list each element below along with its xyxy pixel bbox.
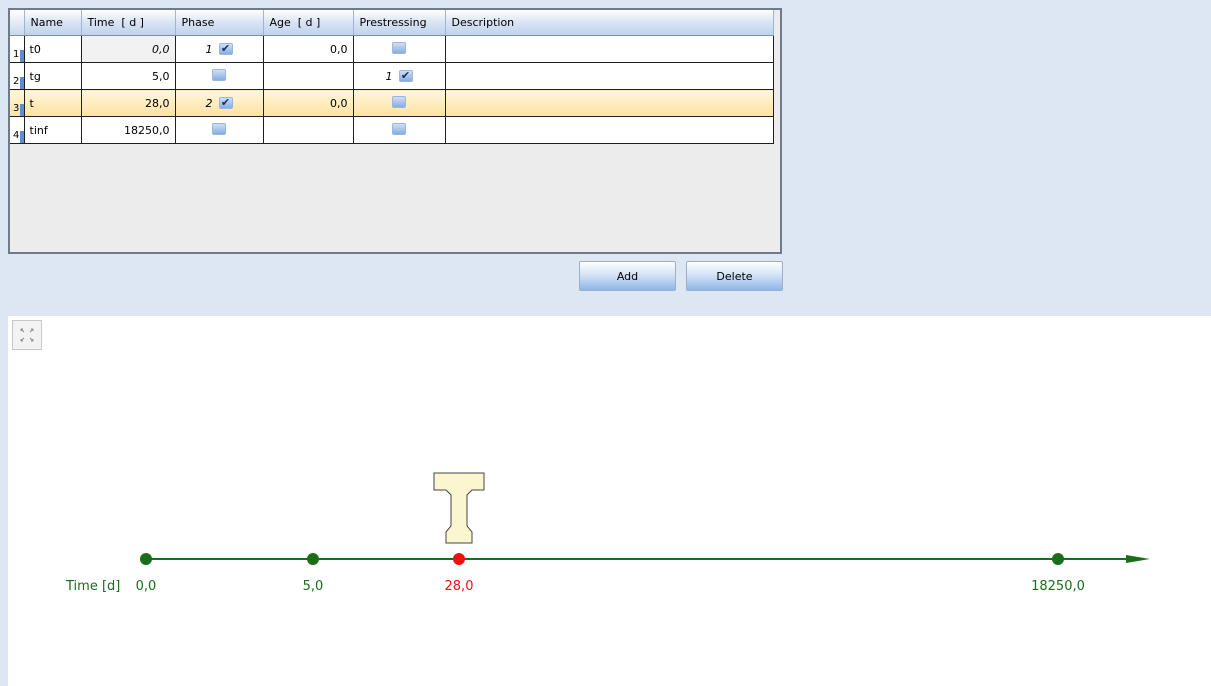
phase-cell-content: [212, 68, 226, 81]
phase-number: 1: [205, 42, 213, 56]
column-header-description[interactable]: Description: [445, 10, 774, 36]
header-row: Name Time [ d ] Phase Age [ d ] Prestres…: [10, 10, 774, 36]
timeline-point[interactable]: [453, 553, 465, 565]
name-cell[interactable]: t: [24, 89, 82, 117]
prestressing-cell[interactable]: [353, 116, 446, 144]
time-points-table: Name Time [ d ] Phase Age [ d ] Prestres…: [10, 10, 774, 144]
column-header-prestressing[interactable]: Prestressing: [353, 10, 446, 36]
row-marker: [19, 77, 24, 89]
table-row[interactable]: 1 t0 0,0 1 ✔ 0,0: [10, 35, 774, 63]
row-marker: [19, 50, 24, 62]
age-cell[interactable]: 0,0: [263, 35, 354, 63]
time-cell[interactable]: 18250,0: [81, 116, 176, 144]
timeline-point[interactable]: [307, 553, 319, 565]
time-cell[interactable]: 0,0: [81, 35, 176, 63]
prestressing-cell[interactable]: [353, 89, 446, 117]
timeline-arrow-icon: [1126, 555, 1150, 563]
phase-cell-content: [212, 122, 226, 135]
row-marker: [19, 131, 24, 143]
phase-checkbox[interactable]: ✔: [218, 97, 233, 109]
timeline-point[interactable]: [1052, 553, 1064, 565]
prestressing-checkbox[interactable]: [392, 122, 406, 135]
description-cell[interactable]: [445, 35, 774, 63]
phase-cell[interactable]: [175, 116, 264, 144]
time-cell[interactable]: 5,0: [81, 62, 176, 90]
column-header-name[interactable]: Name: [24, 10, 82, 36]
name-cell[interactable]: tg: [24, 62, 82, 90]
prestressing-cell[interactable]: [353, 35, 446, 63]
phase-checkbox[interactable]: [212, 68, 226, 81]
time-cell[interactable]: 28,0: [81, 89, 176, 117]
phase-cell[interactable]: 1 ✔: [175, 35, 264, 63]
prestressing-cell-content: 1 ✔: [386, 70, 413, 83]
delete-button[interactable]: Delete: [686, 261, 783, 291]
table-row[interactable]: 2 tg 5,0 1 ✔: [10, 62, 774, 90]
phase-checkbox[interactable]: ✔: [218, 43, 233, 55]
age-cell[interactable]: [263, 116, 354, 144]
row-number: 1: [13, 49, 20, 60]
row-header[interactable]: 3: [10, 89, 25, 117]
add-button[interactable]: Add: [579, 261, 676, 291]
prestressing-checkbox[interactable]: [392, 95, 406, 108]
table-row[interactable]: 3 t 28,0 2 ✔ 0,0: [10, 89, 774, 117]
phase-cell-content: 1 ✔: [206, 43, 233, 56]
row-header[interactable]: 4: [10, 116, 25, 144]
phase-cell[interactable]: [175, 62, 264, 90]
row-number: 4: [13, 130, 20, 141]
timeline-canvas[interactable]: Time [d] 0,0 5,0 28,0 18250,0: [8, 316, 1211, 686]
description-cell[interactable]: [445, 89, 774, 117]
prestressing-cell-content: [392, 95, 406, 108]
column-header-time[interactable]: Time [ d ]: [81, 10, 176, 36]
timeline-point-label: 18250,0: [1031, 579, 1085, 594]
description-cell[interactable]: [445, 116, 774, 144]
prestressing-checkbox[interactable]: ✔: [398, 70, 413, 82]
name-cell[interactable]: t0: [24, 35, 82, 63]
phase-cell[interactable]: 2 ✔: [175, 89, 264, 117]
timeline-axis: Time [d] 0,0 5,0 28,0 18250,0: [65, 472, 1150, 594]
row-number: 2: [13, 76, 20, 87]
time-points-grid: Name Time [ d ] Phase Age [ d ] Prestres…: [8, 8, 782, 254]
phase-cell-content: 2 ✔: [206, 97, 233, 110]
row-number: 3: [13, 103, 20, 114]
timeline-axis-label: Time [d]: [65, 579, 120, 594]
row-marker: [19, 104, 24, 116]
corner-header: [10, 10, 25, 36]
column-header-phase[interactable]: Phase: [175, 10, 264, 36]
prestressing-number: 1: [385, 69, 393, 83]
row-header[interactable]: 1: [10, 35, 25, 63]
age-cell[interactable]: 0,0: [263, 89, 354, 117]
table-row[interactable]: 4 tinf 18250,0: [10, 116, 774, 144]
timeline-point-label: 0,0: [136, 579, 157, 594]
column-header-age[interactable]: Age [ d ]: [263, 10, 354, 36]
prestressing-cell[interactable]: 1 ✔: [353, 62, 446, 90]
prestressing-checkbox[interactable]: [392, 41, 406, 54]
timeline-point-label: 5,0: [303, 579, 324, 594]
phase-number: 2: [205, 96, 213, 110]
age-cell[interactable]: [263, 62, 354, 90]
name-cell[interactable]: tinf: [24, 116, 82, 144]
timeline-point-label: 28,0: [445, 579, 474, 594]
row-header[interactable]: 2: [10, 62, 25, 90]
description-cell[interactable]: [445, 62, 774, 90]
prestressing-cell-content: [392, 122, 406, 135]
i-beam-section-icon: [433, 472, 485, 544]
timeline-point[interactable]: [140, 553, 152, 565]
prestressing-cell-content: [392, 41, 406, 54]
phase-checkbox[interactable]: [212, 122, 226, 135]
